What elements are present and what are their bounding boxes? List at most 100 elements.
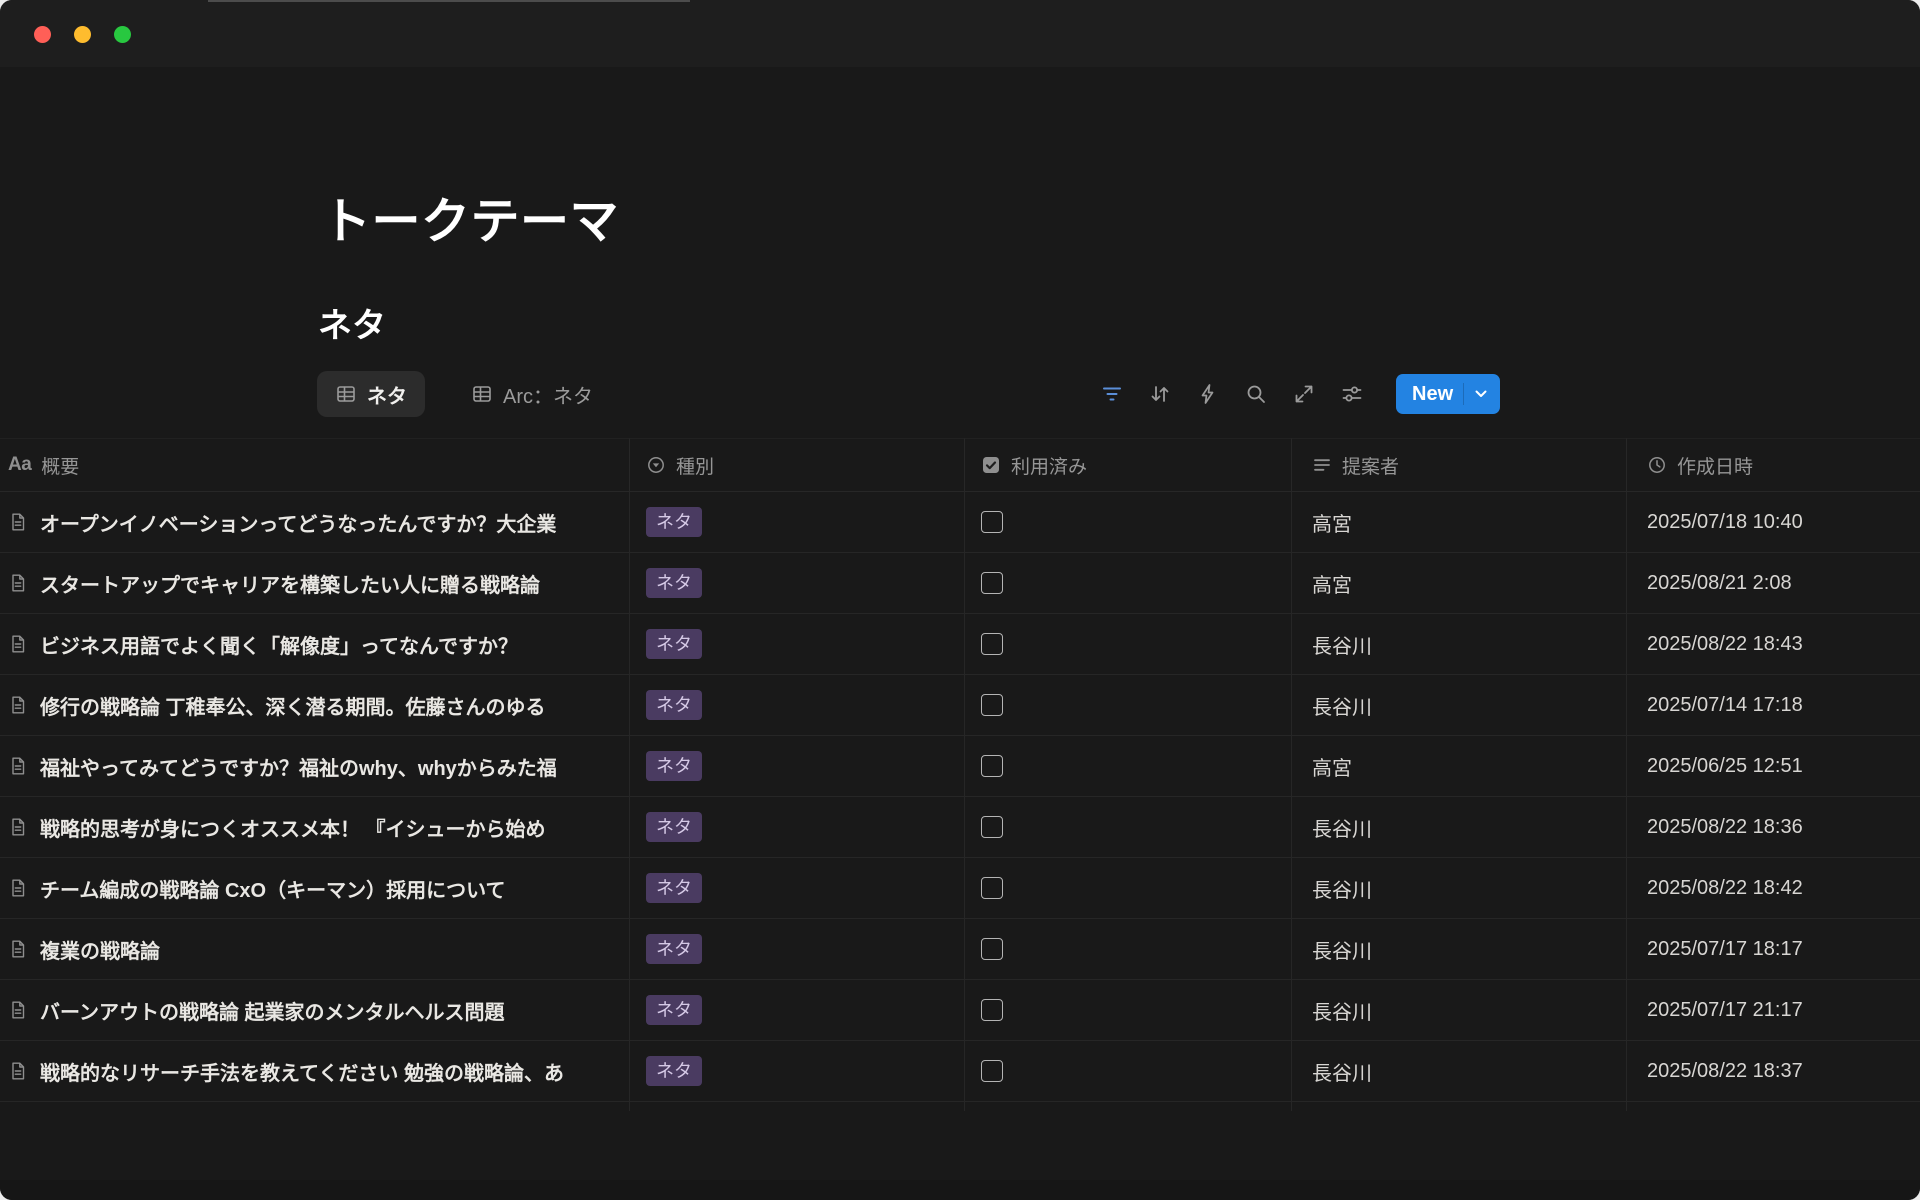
cell-used[interactable] [965,1041,1292,1102]
cell-created[interactable]: 2025/07/17 18:17 [1627,919,1920,980]
cell-type[interactable]: ネタ [630,1041,965,1102]
table-row[interactable]: 修行の戦略論 丁稚奉公、深く潜る期間。佐藤さんのゆる ネタ 長谷川 2025/0… [0,675,1920,736]
cell-proposer[interactable]: 長谷川 [1292,919,1627,980]
row-title: 複業の戦略論 [40,935,160,964]
cell-proposer[interactable]: 長谷川 [1292,980,1627,1041]
column-header-used[interactable]: 利用済み [965,438,1292,492]
used-checkbox[interactable] [981,633,1003,655]
proposer-text: 高宮 [1312,508,1352,537]
used-checkbox[interactable] [981,938,1003,960]
column-label-type: 種別 [676,452,714,479]
cell-created[interactable]: 2025/07/17 21:17 [1627,980,1920,1041]
cell-created[interactable]: 2025/08/22 18:37 [1627,1041,1920,1102]
cell-created[interactable]: 2025/08/22 18:42 [1627,858,1920,919]
cell-proposer[interactable]: 長谷川 [1292,614,1627,675]
used-checkbox[interactable] [981,755,1003,777]
used-checkbox[interactable] [981,999,1003,1021]
cell-created[interactable]: 2025/07/18 10:40 [1627,492,1920,553]
view-toolbar: New [1100,371,1500,417]
search-icon[interactable] [1244,382,1268,406]
cell-type[interactable]: ネタ [630,614,965,675]
cell-summary[interactable]: バーンアウトの戦略論 起業家のメンタルヘルス問題 [0,980,630,1041]
sort-icon[interactable] [1148,382,1172,406]
column-header-created[interactable]: 作成日時 [1627,438,1920,492]
table-row[interactable]: 福祉やってみてどうですか？福祉のwhy、whyからみた福 ネタ 高宮 2025/… [0,736,1920,797]
column-header-summary[interactable]: Aa 概要 [0,438,630,492]
cell-used[interactable] [965,614,1292,675]
cell-used[interactable] [965,858,1292,919]
chevron-down-icon[interactable] [1463,383,1490,405]
cell-created[interactable]: 2025/08/22 18:36 [1627,797,1920,858]
created-text: 2025/08/22 18:43 [1647,633,1803,656]
cell-summary[interactable]: スタートアップでキャリアを構築したい人に贈る戦略論 [0,553,630,614]
cell-proposer[interactable]: 長谷川 [1292,675,1627,736]
cell-type[interactable]: ネタ [630,858,965,919]
used-checkbox[interactable] [981,511,1003,533]
cell-type[interactable]: ネタ [630,675,965,736]
cell-created[interactable]: 2025/08/21 2:08 [1627,553,1920,614]
cell-type[interactable]: ネタ [630,919,965,980]
table-row[interactable]: 戦略的思考が身につくオススメ本！ 『イシューから始め ネタ 長谷川 2025/0… [0,797,1920,858]
table-row[interactable]: バーンアウトの戦略論 起業家のメンタルヘルス問題 ネタ 長谷川 2025/07/… [0,980,1920,1041]
cell-created[interactable]: 2025/08/22 18:43 [1627,614,1920,675]
cell-type[interactable]: ネタ [630,797,965,858]
new-button-label: New [1412,383,1453,406]
page-icon [8,512,28,532]
new-button[interactable]: New [1396,374,1500,414]
cell-type[interactable]: ネタ [630,553,965,614]
used-checkbox[interactable] [981,694,1003,716]
cell-proposer[interactable]: 長谷川 [1292,797,1627,858]
table-row[interactable]: オープンイノベーションってどうなったんですか？大企業 ネタ 高宮 2025/07… [0,492,1920,553]
zap-icon[interactable] [1196,382,1220,406]
zoom-button[interactable] [114,26,131,43]
cell-proposer[interactable]: 長谷川 [1292,1041,1627,1102]
used-checkbox[interactable] [981,877,1003,899]
table-row[interactable]: 複業の戦略論 ネタ 長谷川 2025/07/17 18:17 [0,919,1920,980]
minimize-button[interactable] [74,26,91,43]
cell-summary[interactable]: オープンイノベーションってどうなったんですか？大企業 [0,492,630,553]
type-tag: ネタ [646,690,702,720]
settings-sliders-icon[interactable] [1340,382,1364,406]
cell-summary[interactable]: 修行の戦略論 丁稚奉公、深く潜る期間。佐藤さんのゆる [0,675,630,736]
view-tab-neta[interactable]: ネタ [317,371,425,417]
cell-summary[interactable]: ビジネス用語でよく聞く「解像度」ってなんですか？ [0,614,630,675]
cell-used[interactable] [965,797,1292,858]
view-tab-arc-neta[interactable]: Arc：ネタ [453,371,611,417]
cell-type[interactable]: ネタ [630,980,965,1041]
cell-created[interactable]: 2025/07/14 17:18 [1627,675,1920,736]
proposer-text: 長谷川 [1312,691,1372,720]
cell-summary[interactable]: チーム編成の戦略論 CxO（キーマン）採用について [0,858,630,919]
cell-used[interactable] [965,675,1292,736]
cell-summary[interactable]: 戦略的思考が身につくオススメ本！ 『イシューから始め [0,797,630,858]
expand-icon[interactable] [1292,382,1316,406]
cell-used[interactable] [965,919,1292,980]
used-checkbox[interactable] [981,1060,1003,1082]
cell-used[interactable] [965,553,1292,614]
table-row[interactable]: 戦略的なリサーチ手法を教えてください 勉強の戦略論、あ ネタ 長谷川 2025/… [0,1041,1920,1102]
cell-type[interactable]: ネタ [630,492,965,553]
column-header-proposer[interactable]: 提案者 [1292,438,1627,492]
cell-proposer[interactable]: 長谷川 [1292,858,1627,919]
used-checkbox[interactable] [981,816,1003,838]
database-title[interactable]: ネタ [318,298,386,347]
column-header-type[interactable]: 種別 [630,438,965,492]
cell-proposer[interactable]: 高宮 [1292,736,1627,797]
cell-type[interactable]: ネタ [630,736,965,797]
cell-used[interactable] [965,492,1292,553]
table-row[interactable]: チーム編成の戦略論 CxO（キーマン）採用について ネタ 長谷川 2025/08… [0,858,1920,919]
cell-used[interactable] [965,980,1292,1041]
proposer-text: 高宮 [1312,569,1352,598]
close-button[interactable] [34,26,51,43]
cell-summary[interactable]: 複業の戦略論 [0,919,630,980]
used-checkbox[interactable] [981,572,1003,594]
filter-icon[interactable] [1100,382,1124,406]
table-row[interactable]: スタートアップでキャリアを構築したい人に贈る戦略論 ネタ 高宮 2025/08/… [0,553,1920,614]
cell-created[interactable]: 2025/06/25 12:51 [1627,736,1920,797]
cell-used[interactable] [965,736,1292,797]
cell-summary[interactable]: 戦略的なリサーチ手法を教えてください 勉強の戦略論、あ [0,1041,630,1102]
table-row[interactable]: ビジネス用語でよく聞く「解像度」ってなんですか？ ネタ 長谷川 2025/08/… [0,614,1920,675]
cell-proposer[interactable]: 高宮 [1292,492,1627,553]
cell-proposer[interactable]: 高宮 [1292,553,1627,614]
title-property-icon: Aa [8,454,31,476]
cell-summary[interactable]: 福祉やってみてどうですか？福祉のwhy、whyからみた福 [0,736,630,797]
